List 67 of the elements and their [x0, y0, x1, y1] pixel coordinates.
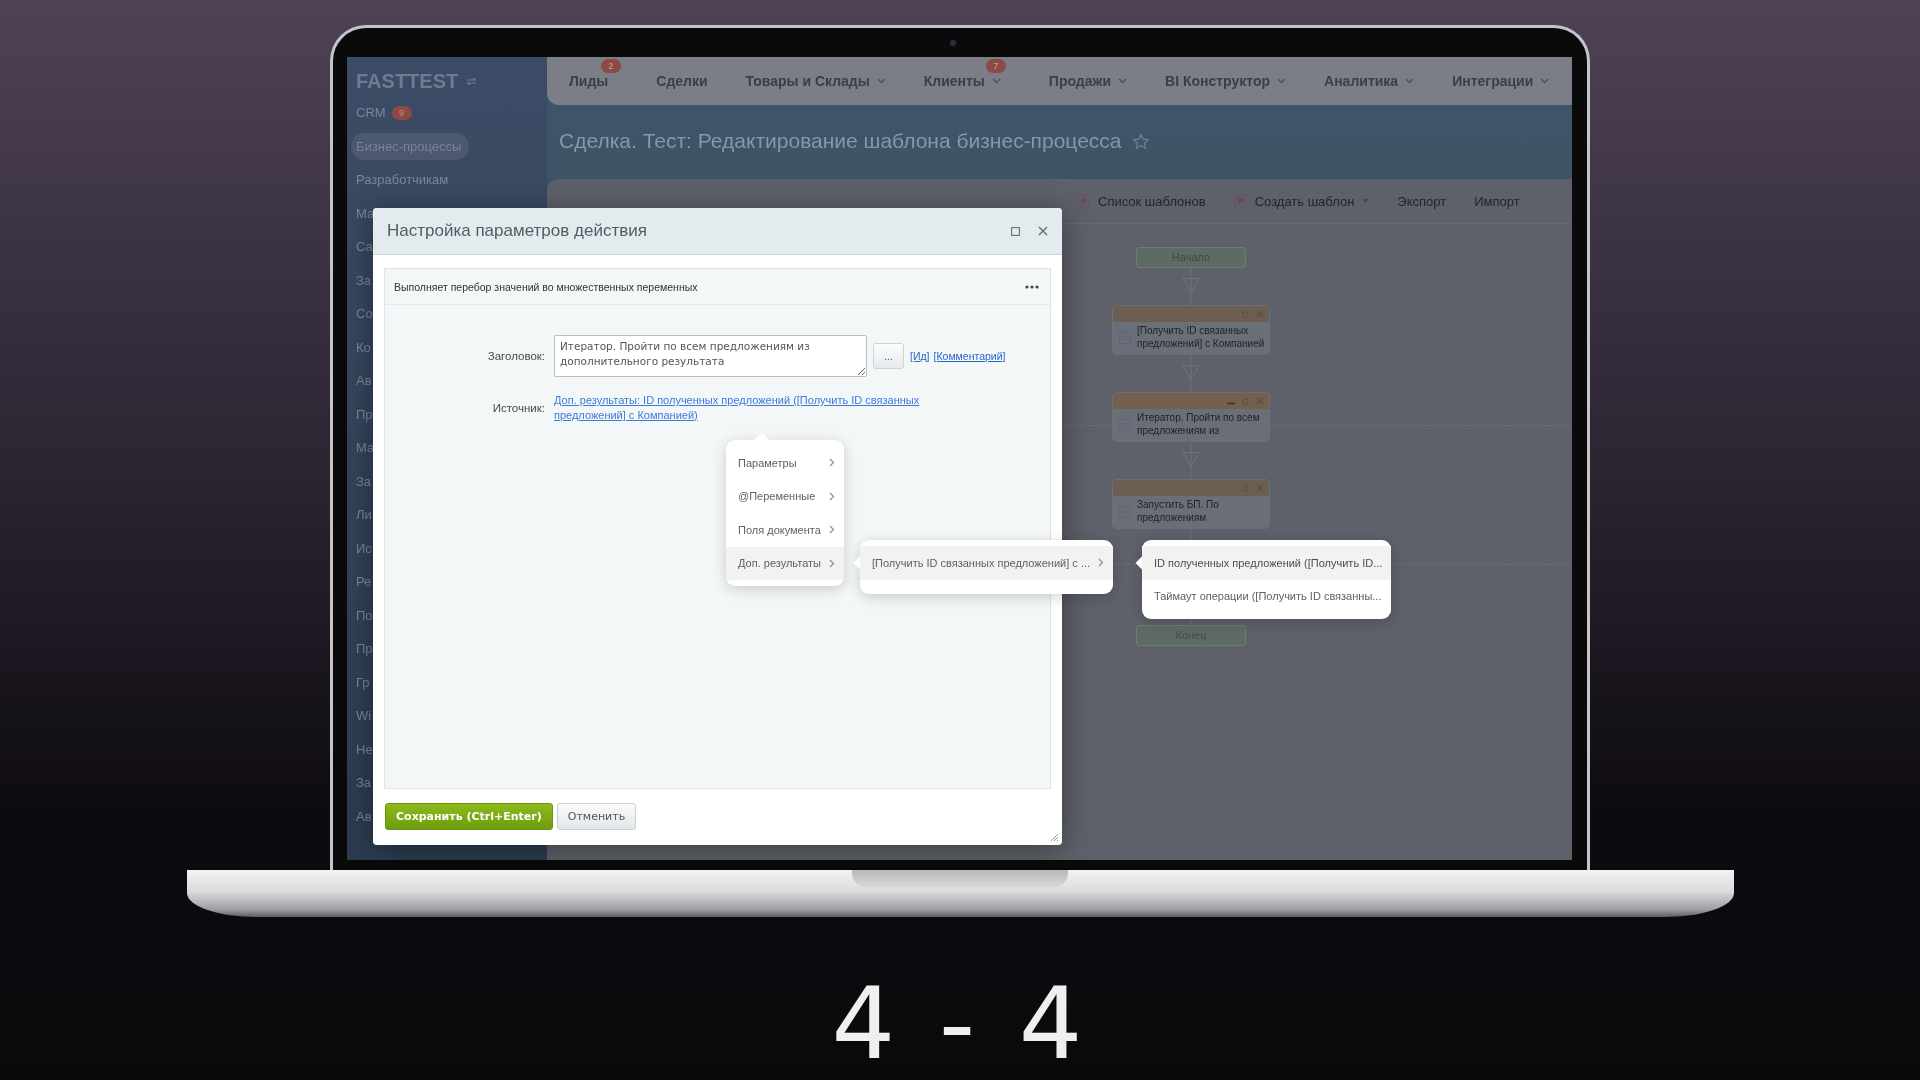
chevron-down-icon: [1277, 78, 1287, 84]
text-link[interactable]: [Комментарий]: [933, 350, 1006, 362]
more-icon: [1025, 284, 1039, 289]
nav-menu-item[interactable]: Аналитика: [1324, 57, 1415, 105]
toolbar-button[interactable]: Список шаблонов: [1077, 193, 1206, 209]
node-label: Запустить БП. По предложениям: [1137, 498, 1220, 524]
menu-item[interactable]: ID полученных предложений ([Получить ID...: [1142, 546, 1392, 580]
nav-menu-item[interactable]: Клиенты 7: [923, 57, 1011, 105]
maximize-icon: [1011, 226, 1020, 236]
count-badge: 2: [601, 59, 621, 73]
description-text: Выполняет перебор значений во множественных переменных: [394, 280, 698, 293]
node-label: Итератор. Пройти по всем предложениям из: [1137, 411, 1261, 437]
chevron-right-icon: [828, 525, 835, 535]
chevron-right-icon: [828, 458, 835, 468]
star-icon: [1131, 132, 1150, 150]
chevron-down-icon: [1118, 78, 1127, 84]
picker-button[interactable]: ...: [873, 343, 904, 369]
swap-icon: [466, 76, 478, 86]
menu-item[interactable]: @Переменные: [726, 479, 844, 513]
menu-item[interactable]: [Получить ID связанных предложений] с ...: [860, 546, 1114, 580]
menu-item[interactable]: Параметры: [726, 446, 844, 480]
title-input-field[interactable]: Итератор. Пройти по всем предложениям из дополнительного результата: [554, 335, 867, 377]
toolbar-button[interactable]: Создать шаблон: [1233, 193, 1370, 209]
sidebar-item[interactable]: CRM 9: [351, 99, 420, 126]
nav-menu-item[interactable]: Товары и Склады: [745, 57, 886, 105]
field-label: Источник:: [491, 402, 545, 414]
toolbar-button[interactable]: Импорт: [1474, 193, 1520, 209]
resize-grip-icon: [1050, 833, 1059, 842]
flow-action-node[interactable]: [Получить ID связанных предложений] с Компанией: [1112, 305, 1270, 355]
nav-menu-item[interactable]: Сделки: [656, 57, 708, 105]
field-label: Заголовок:: [486, 350, 545, 362]
chevron-down-icon: [876, 78, 886, 84]
toolbar-button[interactable]: Экспорт: [1397, 193, 1447, 209]
chevron-right-icon: [1098, 558, 1105, 568]
gear-icon: [1241, 396, 1250, 406]
save-button[interactable]: Сохранить (Ctrl+Enter): [385, 803, 553, 830]
source-link[interactable]: Доп. результаты: ID полученных предложений ([Получить ID связанных предложений] с Компанией): [554, 393, 954, 423]
cancel-button[interactable]: Отменить: [556, 803, 637, 830]
flow-action-node[interactable]: Итератор. Пройти по всем предложениям из: [1112, 392, 1270, 442]
connector-arrow: [1181, 355, 1201, 392]
page-title: Сделка. Тест: Редактирование шаблона бизнес-процесса: [559, 129, 1122, 153]
chevron-right-icon: [828, 558, 835, 568]
count-badge: 9: [391, 105, 412, 120]
count-badge: 7: [985, 59, 1006, 73]
nav-menu-item[interactable]: Лиды 2: [569, 57, 619, 105]
text-link[interactable]: [Ид]: [910, 350, 930, 362]
close-icon: [1256, 397, 1264, 405]
connector-arrow: [1181, 268, 1201, 305]
camera-dot: [950, 40, 956, 46]
close-icon: [1038, 226, 1048, 236]
connector-arrow: [1181, 442, 1201, 479]
menu-item[interactable]: Поля документа: [726, 513, 844, 547]
node-label: [Получить ID связанных предложений] с Компанией: [1137, 324, 1265, 350]
dialog-title: Настройка параметров действия: [387, 221, 647, 241]
chevron-down-icon: [991, 78, 1001, 84]
sidebar-item[interactable]: Разработчикам: [351, 166, 457, 193]
slide-caption: 4 - 4: [831, 965, 1089, 1080]
menu-item[interactable]: Таймаут операции ([Получить ID связанны...: [1142, 579, 1392, 613]
chevron-down-icon: [1405, 78, 1415, 84]
nav-menu-item[interactable]: Продажи: [1048, 57, 1127, 105]
chevron-down-icon: [1540, 78, 1550, 84]
nav-menu-item[interactable]: Интеграции: [1452, 57, 1550, 105]
flow-action-node[interactable]: Запустить БП. По предложениям: [1112, 479, 1270, 529]
document-icon: [1077, 193, 1090, 209]
chevron-right-icon: [828, 491, 835, 501]
nav-menu-item[interactable]: BI Конструктор: [1165, 57, 1287, 105]
menu-item[interactable]: Доп. результаты: [726, 546, 844, 580]
